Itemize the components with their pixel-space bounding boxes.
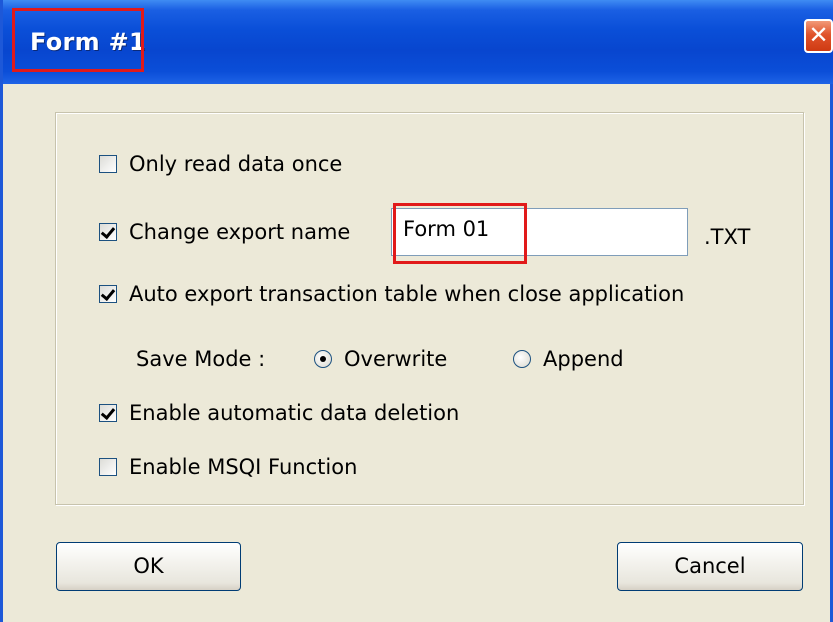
save-mode-label: Save Mode :	[136, 347, 266, 371]
change-export-name-option[interactable]: Change export name	[99, 220, 350, 244]
radio-append[interactable]: Append	[513, 347, 624, 371]
title-highlight-box	[12, 8, 144, 72]
overwrite-label: Overwrite	[344, 347, 448, 371]
append-label: Append	[543, 347, 624, 371]
save-mode-row: Save Mode :	[136, 347, 265, 371]
auto-delete-option[interactable]: Enable automatic data deletion	[99, 401, 459, 425]
cancel-button[interactable]: Cancel	[617, 542, 803, 591]
overwrite-radio-icon[interactable]	[314, 350, 332, 368]
only-read-once-checkbox[interactable]	[99, 155, 117, 173]
auto-export-option[interactable]: Auto export transaction table when close…	[99, 282, 684, 306]
auto-delete-checkbox[interactable]	[99, 404, 117, 422]
only-read-once-label: Only read data once	[129, 152, 343, 176]
msqi-checkbox[interactable]	[99, 458, 117, 476]
ok-button[interactable]: OK	[56, 542, 241, 591]
only-read-once-option[interactable]: Only read data once	[99, 152, 342, 176]
auto-delete-label: Enable automatic data deletion	[129, 401, 460, 425]
close-icon: ✕	[808, 21, 829, 49]
export-extension-label: .TXT	[704, 225, 751, 249]
change-export-name-checkbox[interactable]	[99, 223, 117, 241]
msqi-option[interactable]: Enable MSQI Function	[99, 455, 357, 479]
close-button[interactable]: ✕	[804, 19, 833, 53]
msqi-label: Enable MSQI Function	[129, 455, 358, 479]
dialog-window: Form #1 ✕ Only read data once Change exp…	[0, 0, 833, 622]
auto-export-label: Auto export transaction table when close…	[129, 282, 685, 306]
export-name-highlight-box	[393, 203, 527, 264]
append-radio-icon[interactable]	[513, 350, 531, 368]
title-bar[interactable]: Form #1 ✕	[3, 0, 833, 84]
auto-export-checkbox[interactable]	[99, 285, 117, 303]
radio-overwrite[interactable]: Overwrite	[314, 347, 447, 371]
change-export-name-label: Change export name	[129, 220, 351, 244]
